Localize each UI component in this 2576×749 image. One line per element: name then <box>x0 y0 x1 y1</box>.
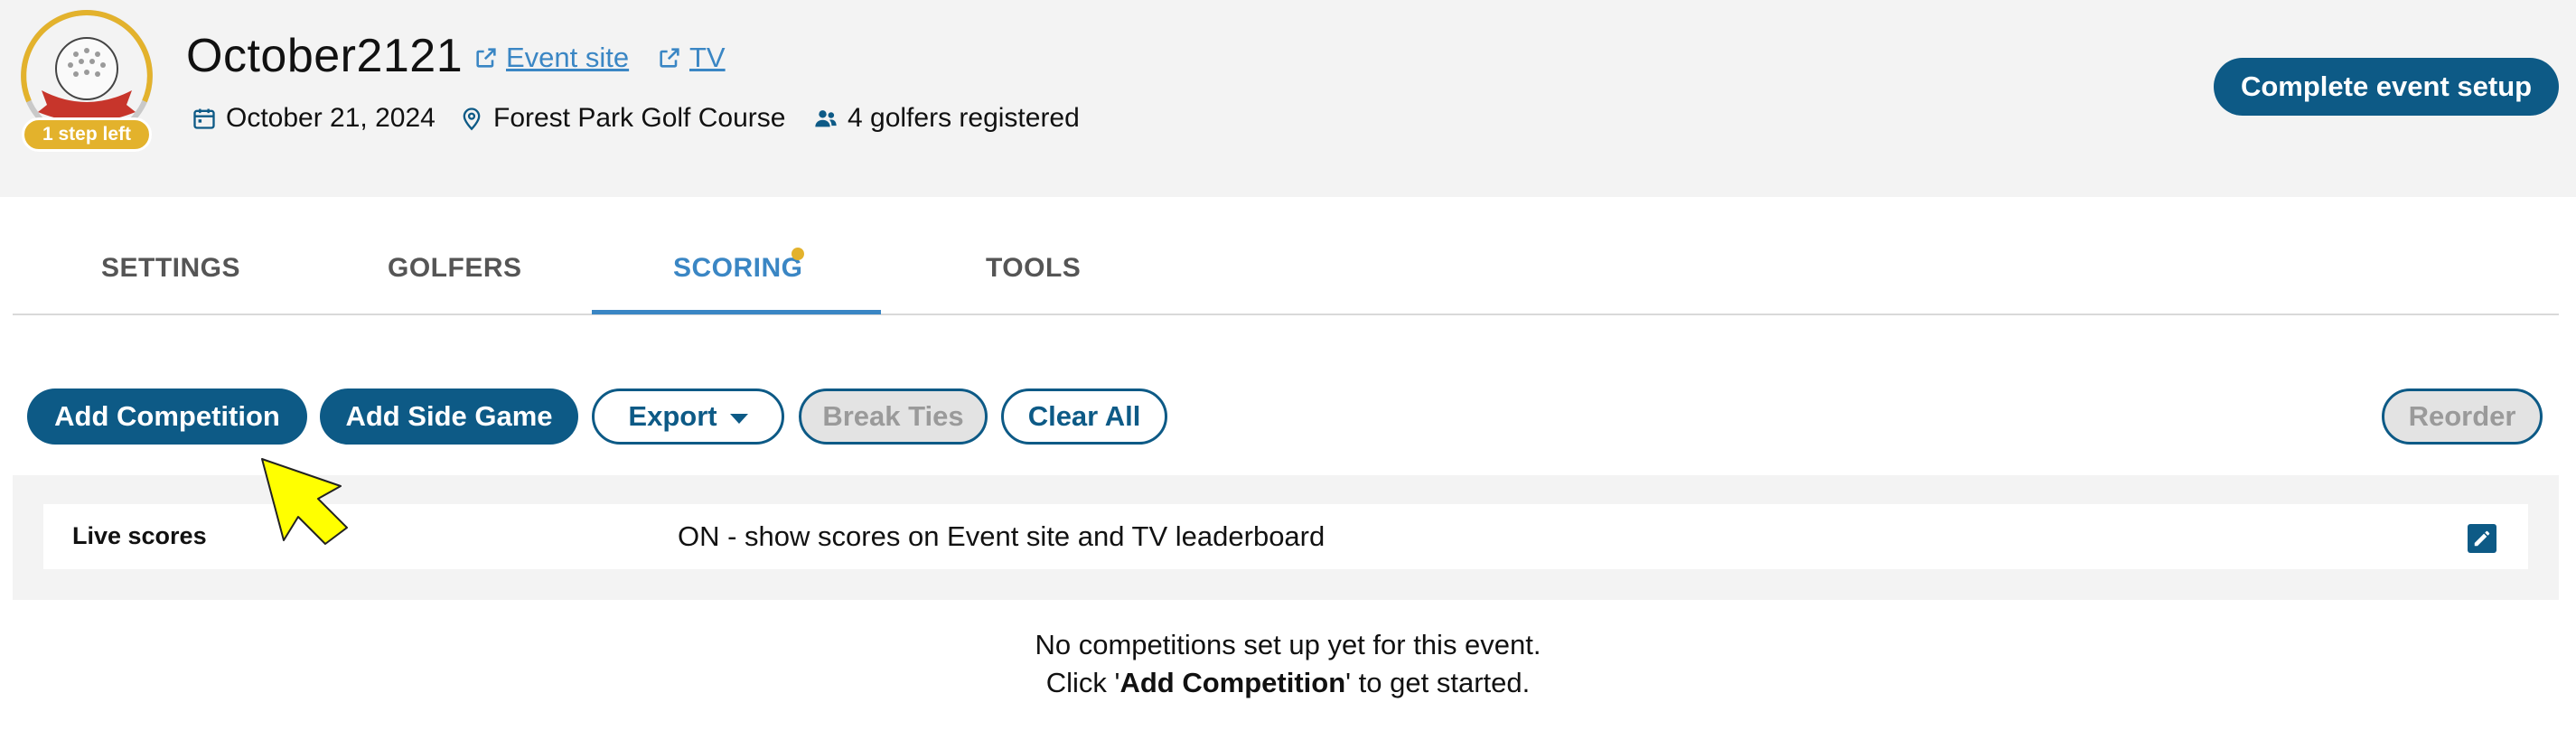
tabs-divider <box>13 314 2559 315</box>
tab-settings[interactable]: SETTINGS <box>101 253 240 284</box>
pencil-edit-icon <box>2474 530 2490 547</box>
reorder-button[interactable]: Reorder <box>2382 389 2543 445</box>
break-ties-button[interactable]: Break Ties <box>799 389 988 445</box>
event-header: 1 step left October2121 Event site TV Oc… <box>0 0 2576 197</box>
complete-event-setup-button[interactable]: Complete event setup <box>2214 58 2559 116</box>
golfers-registered: 4 golfers registered <box>813 103 1080 134</box>
event-date-text: October 21, 2024 <box>226 103 436 133</box>
empty-state-line2: Click 'Add Competition' to get started. <box>0 667 2576 699</box>
event-date: October 21, 2024 <box>192 103 436 134</box>
calendar-icon <box>193 108 215 129</box>
external-link-icon <box>660 48 679 68</box>
tv-link[interactable]: TV <box>657 42 726 74</box>
users-icon <box>815 110 837 127</box>
tv-link-label: TV <box>689 42 726 73</box>
steps-left-badge: 1 step left <box>22 117 152 152</box>
empty-state-line1: No competitions set up yet for this even… <box>1035 629 1541 660</box>
external-link-icon <box>476 48 496 68</box>
empty-state-suffix: ' to get started. <box>1345 667 1531 698</box>
empty-state-prefix: Click ' <box>1045 667 1120 698</box>
live-scores-label: Live scores <box>72 522 207 549</box>
export-dropdown-button[interactable]: Export <box>592 389 784 445</box>
add-competition-button[interactable]: Add Competition <box>27 389 307 445</box>
tab-golfers[interactable]: GOLFERS <box>388 253 522 284</box>
export-label: Export <box>628 400 717 432</box>
event-site-link[interactable]: Event site <box>473 42 629 74</box>
empty-state-cta-text: Add Competition <box>1119 667 1346 698</box>
add-side-game-button[interactable]: Add Side Game <box>320 389 578 445</box>
active-tab-indicator <box>592 310 881 314</box>
event-location-text: Forest Park Golf Course <box>493 103 786 133</box>
event-progress-badge: 1 step left <box>14 7 159 156</box>
tab-scoring[interactable]: SCORING <box>673 253 803 284</box>
event-location: Forest Park Golf Course <box>459 103 785 134</box>
golfers-registered-text: 4 golfers registered <box>848 103 1080 133</box>
edit-live-scores-button[interactable] <box>2468 524 2496 553</box>
caret-down-icon <box>729 413 748 424</box>
live-scores-value: ON - show scores on Event site and TV le… <box>678 520 1325 552</box>
location-pin-icon <box>463 108 481 131</box>
tab-tools[interactable]: TOOLS <box>986 253 1081 284</box>
pointer-arrow-icon <box>261 458 348 545</box>
event-site-link-label: Event site <box>506 42 630 73</box>
clear-all-button[interactable]: Clear All <box>1001 389 1167 445</box>
scoring-notification-dot <box>792 248 804 260</box>
event-title: October2121 <box>186 30 464 82</box>
